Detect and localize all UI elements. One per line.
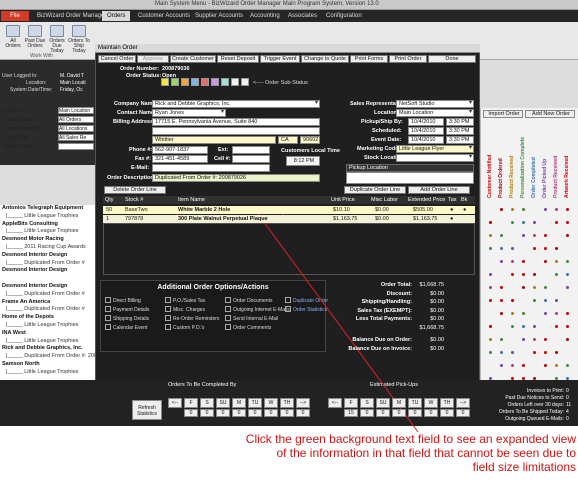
completed-count: 0 [296, 409, 310, 417]
total-value: $0.00 [430, 337, 444, 343]
day-button-left[interactable]: TU [248, 398, 262, 408]
line-unit: $10.10 [333, 207, 350, 213]
line-ext: $505.00 [413, 207, 433, 213]
stat-value: 4 [566, 409, 569, 415]
day-button-right[interactable]: --> [456, 398, 470, 408]
completed-count: 0 [184, 409, 198, 417]
total-value: $0.00 [430, 299, 444, 305]
pickup-count: 0 [440, 409, 454, 417]
line-stock: BaseTwo [125, 207, 148, 213]
order-line-row[interactable]: 1 797878 300 Plate Walnut Perpetual Plaque… [103, 215, 475, 223]
line-ext: $1,163.75 [413, 216, 438, 222]
line-bk: ● [463, 207, 467, 213]
day-button-left[interactable]: <-- [168, 398, 182, 408]
total-value: $0.00 [430, 307, 444, 314]
day-button-left[interactable]: SU [216, 398, 230, 408]
stat-value: 0 [566, 395, 569, 401]
line-misc: $0.00 [375, 207, 389, 213]
caption-line-2: of the information in that field that ca… [276, 446, 576, 460]
day-button-right[interactable]: M [392, 398, 406, 408]
day-button-left[interactable]: TH [280, 398, 294, 408]
total-label: Shipping/Handling: [361, 299, 412, 305]
day-button-right[interactable]: TH [440, 398, 454, 408]
caption-line-1: Click the green background text field to… [245, 432, 576, 446]
stat-value: 11 [566, 402, 572, 408]
total-value: $1,668.75 [419, 282, 444, 288]
day-button-right[interactable]: F [344, 398, 358, 408]
stat-label: Orders To Be Shipped Today: [498, 409, 564, 415]
day-button-right[interactable]: TU [408, 398, 422, 408]
stat-label: Past Due Notices to Send: [505, 395, 564, 401]
stat-label: Orders Left over 30 days: [507, 402, 564, 408]
line-item[interactable]: 300 Plate Walnut Perpetual Plaque [178, 216, 268, 222]
pickup-count: 0 [424, 409, 438, 417]
day-button-right[interactable]: S [360, 398, 374, 408]
order-line-row[interactable]: 50 BaseTwo White Marble 2 Hole $10.10 $0.00 $… [103, 206, 475, 214]
pickup-count: 0 [456, 409, 470, 417]
pickup-count: 0 [392, 409, 406, 417]
line-stock: 797878 [125, 216, 144, 222]
completed-count: 0 [280, 409, 294, 417]
total-value: $0.00 [430, 316, 444, 322]
line-qty: 50 [106, 207, 113, 213]
line-tax: ● [450, 216, 454, 222]
completed-count: 0 [232, 409, 246, 417]
day-button-right[interactable]: SU [376, 398, 390, 408]
day-button-left[interactable]: F [184, 398, 198, 408]
completed-count: 0 [216, 409, 230, 417]
completed-count: 0 [264, 409, 278, 417]
stat-value: 0 [566, 388, 569, 394]
day-button-left[interactable]: S [200, 398, 214, 408]
total-value: $1,668.75 [419, 324, 444, 331]
stat-label: Outgoing Queued E-Mails: [505, 416, 564, 422]
caption-line-3: field size limitations [472, 460, 576, 474]
line-tax: ● [450, 207, 454, 213]
stat-label: Invoices to Print: [527, 388, 564, 394]
total-label: Balance Due on Invoice: [348, 345, 412, 352]
day-button-right[interactable]: W [424, 398, 438, 408]
total-label: Order Total: [380, 282, 412, 288]
completed-count: 0 [248, 409, 262, 417]
line-qty: 1 [106, 216, 110, 222]
pickup-count: 0 [376, 409, 390, 417]
total-value: $0.00 [430, 290, 444, 297]
day-button-left[interactable]: --> [296, 398, 310, 408]
line-unit: $1,163.75 [333, 216, 358, 222]
total-label: Discount: [386, 290, 412, 297]
pickup-count: 0 [408, 409, 422, 417]
line-misc: $0.00 [375, 216, 389, 222]
total-label: Sales Tax (EXEMPT): [357, 307, 412, 314]
pickup-count: 0 [360, 409, 374, 417]
day-button-right[interactable]: <-- [328, 398, 342, 408]
day-button-left[interactable]: M [232, 398, 246, 408]
total-label: Balance Due on Order: [352, 337, 412, 343]
completed-count: 0 [200, 409, 214, 417]
total-value: $0.00 [430, 345, 444, 352]
stat-value: 0 [566, 416, 569, 422]
day-button-left[interactable]: W [264, 398, 278, 408]
pickup-count: 15 [344, 409, 358, 417]
total-label: Less Total Payments: [355, 316, 412, 322]
instruction-caption: Click the green background text field to… [140, 432, 576, 474]
line-item[interactable]: White Marble 2 Hole [178, 207, 230, 213]
